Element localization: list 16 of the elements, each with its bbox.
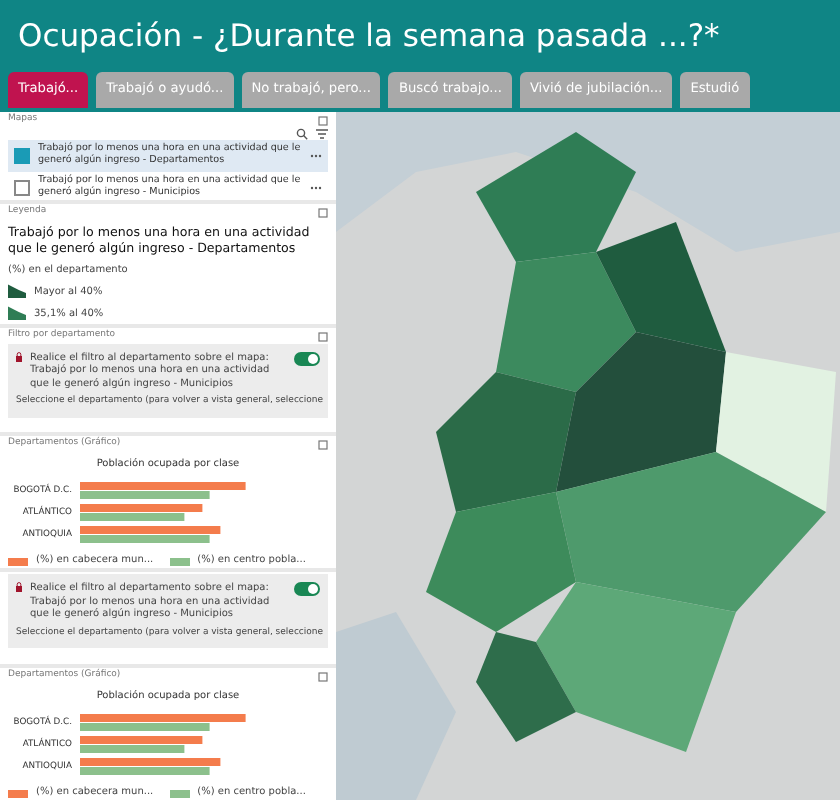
toggle-switch[interactable]	[294, 582, 320, 596]
maximize-icon[interactable]	[318, 115, 328, 126]
lock-icon[interactable]	[16, 582, 22, 592]
maximize-icon[interactable]	[318, 439, 328, 450]
checkbox[interactable]	[14, 147, 30, 164]
checkbox[interactable]	[14, 180, 30, 197]
maximize-icon[interactable]	[318, 671, 328, 682]
filter-icon[interactable]	[316, 127, 328, 140]
more-icon[interactable]	[310, 186, 322, 191]
maximize-icon[interactable]	[318, 207, 328, 218]
app-title: Ocupación - ¿Durante la semana pasada ...?*	[16, 16, 722, 58]
more-icon[interactable]	[310, 153, 322, 158]
lock-icon[interactable]	[16, 351, 22, 362]
search-icon[interactable]	[296, 127, 308, 140]
maximize-icon[interactable]	[318, 331, 328, 342]
toggle-switch[interactable]	[294, 351, 320, 366]
